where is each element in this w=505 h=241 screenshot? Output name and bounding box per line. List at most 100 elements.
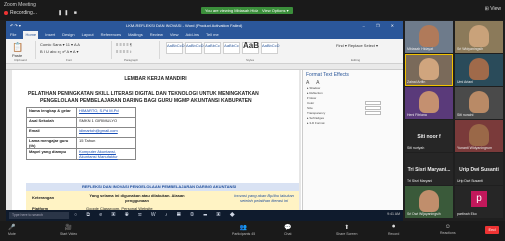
- participant-tile[interactable]: Siti nuraini: [455, 87, 503, 119]
- editing-group[interactable]: Find ▾ Replace Select ▾: [336, 43, 396, 48]
- tab-references[interactable]: References: [101, 31, 121, 39]
- chat-button[interactable]: 💬 Chat: [284, 224, 291, 236]
- reactions-button[interactable]: ☺ Reactions: [440, 224, 456, 235]
- col-innovation: Inovasi yang akan Bp/Ibu lakukan setelah…: [234, 193, 294, 203]
- participant-name: Siti nuraini: [457, 113, 474, 117]
- style-preset[interactable]: AaBbCcDc: [166, 42, 187, 54]
- format-text-effects-pane: Format Text Effects A A ▸ Shadow ▸ Reflec…: [302, 70, 403, 213]
- chat-label: Chat: [284, 232, 292, 236]
- document-area: LEMBAR KERJA MANDIRI PELATIHAN PENINGKAT…: [6, 70, 301, 213]
- participant-tile[interactable]: Mbiasah Hidayat: [405, 21, 453, 53]
- field-value[interactable]: idimartoh@gmail.com: [76, 127, 136, 138]
- style-preset[interactable]: AaBbCcD: [261, 42, 280, 54]
- participant-tile[interactable]: Zainal Arifin: [405, 54, 453, 86]
- participant-name: partinah Eko: [457, 212, 477, 216]
- end-meeting-button[interactable]: End: [485, 226, 499, 234]
- participant-name: Sri Widyaningsih: [457, 47, 484, 51]
- participant-name: Siti nuriyah: [407, 146, 425, 150]
- field-value[interactable]: HIMARTO, S.Pd M.Pd: [76, 107, 136, 118]
- share-screen-button[interactable]: ⬆ Share Screen: [336, 224, 357, 236]
- taskbar-app-icons[interactable]: ○ ⧉ e ▣ ◉ ✉ W ♪ ▦ ◍ ☰ ▣ ◆: [74, 212, 239, 218]
- taskbar-search-input[interactable]: Type here to search: [9, 212, 69, 219]
- participant-name: Yunanti Widyaningrum: [457, 146, 493, 150]
- doc-subheading-1: PELATIHAN PENINGKATAN SKILL LITERASI DIG…: [28, 91, 259, 97]
- participants-button[interactable]: 👥 Participants 45: [232, 224, 255, 236]
- table-row: Lama mengajar guru (th) 15 Tahun: [26, 137, 136, 149]
- participant-name: Urip Dwi Susanti: [457, 179, 483, 183]
- field-value[interactable]: SMKN 1 GIRIMULYO: [76, 117, 136, 128]
- participant-tile[interactable]: Heni Fitriana: [405, 87, 453, 119]
- format-option-label: Color: [307, 101, 315, 105]
- participant-tile[interactable]: Sri Dwi Wijayaningsih: [405, 186, 453, 218]
- participant-name: Heni Fitriana: [407, 113, 427, 117]
- window-controls[interactable]: – ❐ ✕: [363, 21, 399, 31]
- format-value-input[interactable]: [365, 111, 381, 115]
- participant-display-name: Siti noor f: [417, 134, 441, 140]
- style-preset[interactable]: AaBbCcDc: [185, 42, 206, 54]
- font-group: Comic Sans ▾ 11 ▾ A A B I U abc x₂ x² A …: [38, 41, 112, 59]
- reflection-header: REFLEKSI DAN INOVASI PENGELOLAAN PEMBELA…: [26, 183, 299, 191]
- participant-tile[interactable]: Siti noor f Siti nuriyah: [405, 120, 453, 152]
- format-option-label: ▸ 3-D Format: [307, 121, 325, 125]
- participant-tile[interactable]: Urip Dwi Susanti Urip Dwi Susanti: [455, 153, 503, 185]
- paragraph-row2[interactable]: ≡ ≡ ≡ ≡ ↕: [116, 49, 132, 54]
- tab-view[interactable]: View: [170, 31, 179, 39]
- participant-tile[interactable]: Umi Ariani: [455, 54, 503, 86]
- paragraph-row1[interactable]: ≡ ≡ ≡ ≡ ¶: [116, 42, 132, 47]
- field-label: Asal Sekolah: [26, 117, 77, 128]
- tab-design[interactable]: Design: [62, 31, 74, 39]
- paragraph-label: Paragraph: [124, 58, 139, 62]
- format-option-label: ▾ Glow: [307, 96, 317, 100]
- participant-display-name: Urip Dwi Susanti: [459, 167, 499, 173]
- doc-subheading-2: PENGELOLAAN PEMBELAJARAN DARING BAGI GUR…: [40, 98, 252, 104]
- tab-mailings[interactable]: Mailings: [128, 31, 143, 39]
- style-preset[interactable]: AaB: [242, 42, 259, 54]
- start-video-icon: 🎥: [64, 225, 73, 231]
- meeting-controls: End 🎤 Mute 🎥 Start Video 👥 Participants 45 💬 Ch…: [0, 221, 505, 241]
- style-preset[interactable]: AaBbCc: [223, 42, 240, 54]
- style-preset[interactable]: AaBbCc: [204, 42, 221, 54]
- tab-file[interactable]: File: [10, 31, 16, 39]
- quick-access-toolbar[interactable]: ↶ ↷ ▾: [10, 23, 21, 28]
- field-value[interactable]: Komputer Akuntansi, Akuntansi Manufaktur: [76, 148, 136, 160]
- taskbar-clock: 9:41 AM: [387, 212, 400, 216]
- zoom-window-title: Zoom Meeting: [4, 2, 36, 8]
- record-button[interactable]: ⏺ Record: [388, 224, 399, 236]
- recording-indicator: Recording...: [4, 10, 37, 16]
- tab-tell-me[interactable]: Tell me: [206, 31, 219, 39]
- participant-video: [419, 25, 439, 47]
- tab-insert[interactable]: Insert: [45, 31, 55, 39]
- view-button[interactable]: ⊞ View: [485, 6, 501, 12]
- participant-video: [469, 91, 489, 113]
- tab-add-ins[interactable]: Add-ins: [185, 31, 199, 39]
- participant-video: [469, 25, 489, 47]
- participant-video: [419, 190, 439, 212]
- participant-tile[interactable]: Tri Sisri Maryani... Tri Sisri Maryani: [405, 153, 453, 185]
- format-value-input[interactable]: [365, 101, 381, 105]
- identity-table: Nama lengkap & gelar HIMARTO, S.Pd M.Pd As…: [26, 107, 136, 160]
- mute-button[interactable]: 🎤 Mute: [8, 224, 16, 236]
- participant-tile[interactable]: p partinah Eko: [455, 186, 503, 218]
- field-label: Mapel yang diampu: [26, 148, 77, 160]
- tab-review[interactable]: Review: [150, 31, 163, 39]
- reactions-icon: ☺: [444, 224, 451, 230]
- paste-icon[interactable]: 📋: [12, 42, 23, 53]
- format-value-input[interactable]: [365, 106, 381, 110]
- participant-tile[interactable]: Yunanti Widyaningrum: [455, 120, 503, 152]
- zoom-window: Zoom Meeting Recording... ❚❚ ■ You are v…: [0, 0, 505, 241]
- ribbon-tabs: File Home Insert Design Layout References Mail…: [6, 31, 403, 39]
- document-page[interactable]: LEMBAR KERJA MANDIRI PELATIHAN PENINGKAT…: [12, 70, 299, 213]
- tab-layout[interactable]: Layout: [82, 31, 94, 39]
- font-format-buttons[interactable]: B I U abc x₂ x² A ▾ A ▾: [40, 49, 78, 54]
- avatar: p: [471, 191, 487, 207]
- start-video-button[interactable]: 🎥 Start Video: [60, 224, 77, 236]
- participant-tile[interactable]: Sri Widyaningsih: [455, 21, 503, 53]
- clipboard-label: Clipboard: [14, 58, 27, 62]
- document-title: LKM-REFLEKSI DAN INOVASI - Word (Product…: [126, 23, 243, 28]
- format-option[interactable]: ▸ 3-D Format: [303, 121, 403, 126]
- view-options-button[interactable]: View Options ▾: [258, 7, 293, 14]
- recording-controls[interactable]: ❚❚ ■: [58, 10, 79, 16]
- tab-home[interactable]: Home: [23, 31, 39, 39]
- field-value[interactable]: 15 Tahun: [76, 137, 136, 149]
- font-name-select[interactable]: Comic Sans ▾ 11 ▾ A A: [40, 42, 80, 47]
